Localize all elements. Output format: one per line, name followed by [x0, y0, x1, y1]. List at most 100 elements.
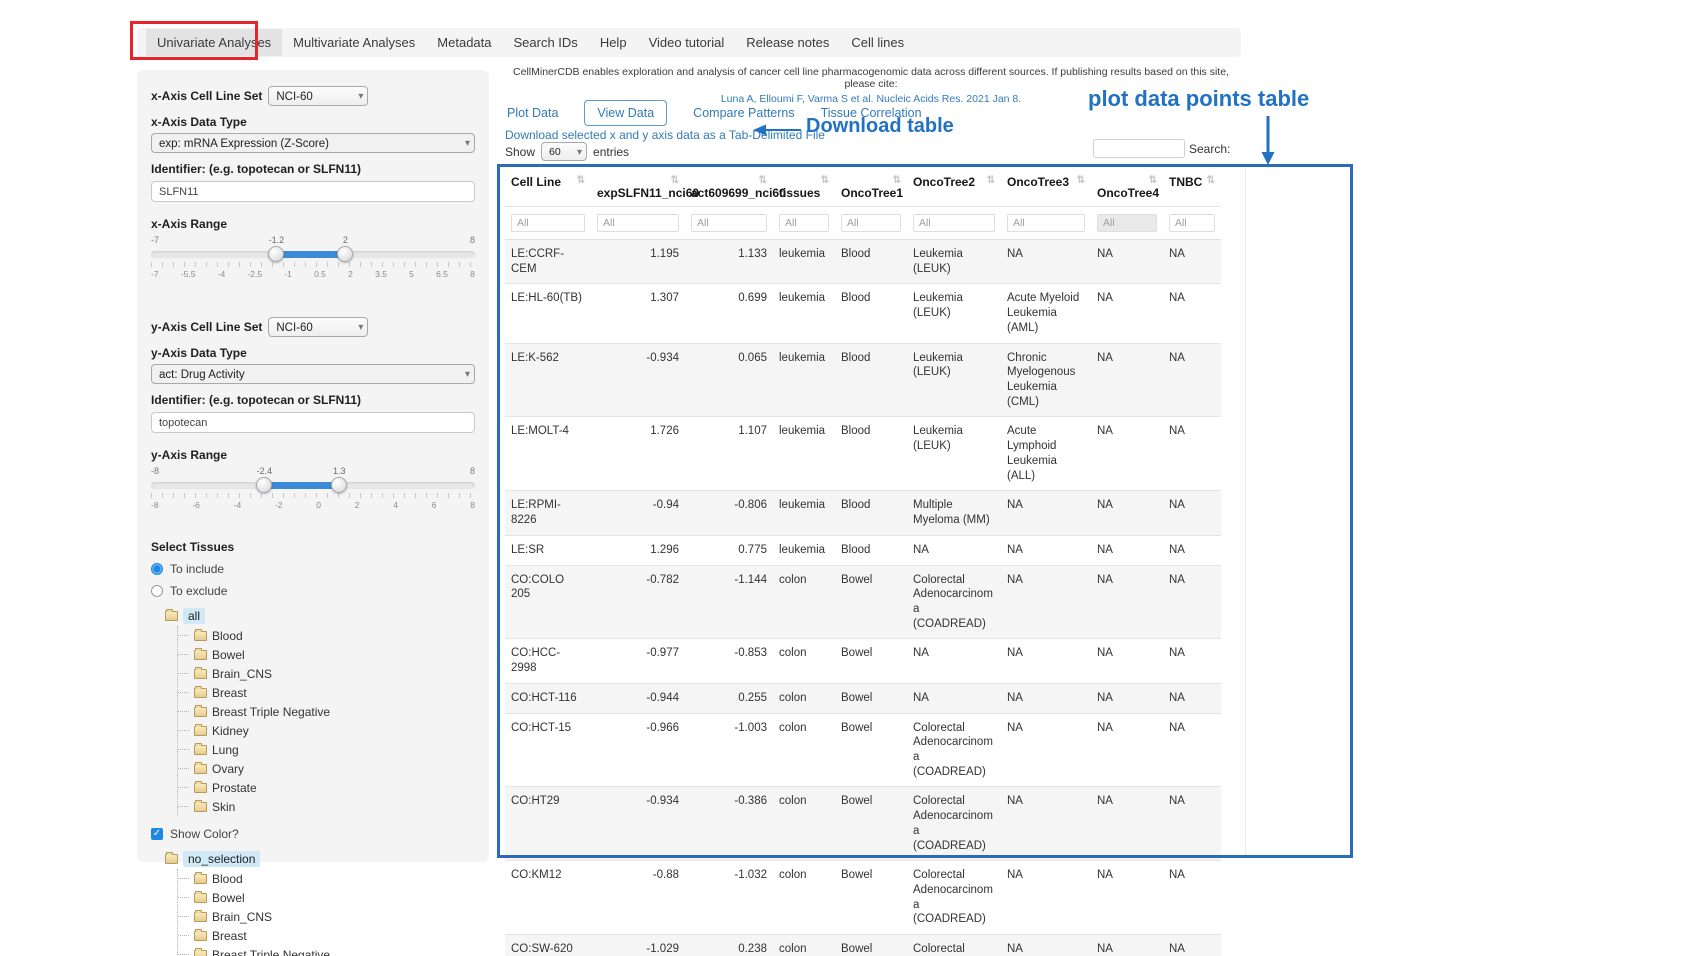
y-range-handle-high[interactable] [331, 477, 347, 493]
tree-node-ovary[interactable]: Ovary [178, 759, 475, 778]
folder-icon [194, 631, 207, 641]
nav-item-video-tutorial[interactable]: Video tutorial [638, 29, 736, 56]
tab-compare-patterns[interactable]: Compare Patterns [693, 106, 794, 120]
tick-label: -5.5 [181, 269, 196, 279]
column-filter-tnbc[interactable] [1169, 214, 1215, 232]
tree-node-label: Bowel [212, 648, 245, 662]
column-header-expslfn11-nci60[interactable]: ⇅expSLFN11_nci60 [591, 170, 685, 207]
tree-node-bowel[interactable]: Bowel [178, 888, 475, 907]
chevron-down-icon: ▾ [358, 88, 363, 106]
column-header-oncotree2[interactable]: ⇅OncoTree2 [907, 170, 1001, 207]
x-data-type-select[interactable]: exp: mRNA Expression (Z-Score) ▾ [151, 133, 475, 153]
tree-node-lung[interactable]: Lung [178, 740, 475, 759]
cell-oncotree2: NA [907, 535, 1001, 565]
folder-icon [194, 688, 207, 698]
column-filter-cell-line[interactable] [511, 214, 585, 232]
sort-icon[interactable]: ⇅ [671, 175, 679, 186]
nav-item-cell-lines[interactable]: Cell lines [840, 29, 915, 56]
x-identifier-input[interactable] [151, 181, 475, 202]
y-range-handle-low[interactable] [256, 477, 272, 493]
cell-act609699-nci60: 0.065 [685, 343, 773, 417]
x-range-tickstrip [151, 262, 475, 267]
chevron-down-icon: ▾ [465, 366, 470, 384]
nav-item-release-notes[interactable]: Release notes [735, 29, 840, 56]
column-header-oncotree3[interactable]: ⇅OncoTree3 [1001, 170, 1091, 207]
cell-oncotree2: Colorectal Adenocarcinoma (COADREAD) [907, 713, 1001, 787]
tree-node-kidney[interactable]: Kidney [178, 721, 475, 740]
radio-to-include[interactable]: To include [151, 562, 475, 576]
nav-item-univariate-analyses[interactable]: Univariate Analyses [146, 29, 282, 56]
tree-node-breast-triple-negative[interactable]: Breast Triple Negative [178, 945, 475, 956]
tree-node-all[interactable]: all [151, 606, 475, 626]
tree-node-breast[interactable]: Breast [178, 926, 475, 945]
y-cell-line-set-select[interactable]: NCI-60 ▾ [268, 317, 368, 337]
nav-item-search-ids[interactable]: Search IDs [503, 29, 589, 56]
tree-node-brain-cns[interactable]: Brain_CNS [178, 907, 475, 926]
x-range-handle-high[interactable] [337, 246, 353, 262]
tree-node-brain-cns[interactable]: Brain_CNS [178, 664, 475, 683]
sort-icon[interactable]: ⇅ [1207, 175, 1215, 186]
cell-act609699-nci60: 0.699 [685, 284, 773, 343]
radio-to-exclude[interactable]: To exclude [151, 584, 475, 598]
column-header-cell-line[interactable]: ⇅Cell Line [505, 170, 591, 207]
sort-icon[interactable]: ⇅ [1149, 175, 1157, 186]
sort-icon[interactable]: ⇅ [577, 175, 585, 186]
tick-label: -8 [151, 500, 159, 510]
tree-node-skin[interactable]: Skin [178, 797, 475, 816]
sort-icon[interactable]: ⇅ [893, 175, 901, 186]
cell-expslfn11-nci60: 1.307 [591, 284, 685, 343]
table-row-le-ccrf-cem: LE:CCRF-CEM1.1951.133leukemiaBloodLeukem… [505, 240, 1221, 284]
cell-oncotree3: NA [1001, 240, 1091, 284]
tab-view-data[interactable]: View Data [584, 100, 667, 126]
y-identifier-input[interactable] [151, 412, 475, 433]
nav-item-metadata[interactable]: Metadata [426, 29, 502, 56]
x-cell-line-set-select[interactable]: NCI-60 ▾ [268, 86, 368, 106]
tree-node-no-selection[interactable]: no_selection [151, 849, 475, 869]
column-filter-oncotree4[interactable] [1097, 214, 1157, 232]
cell-oncotree2: Leukemia (LEUK) [907, 343, 1001, 417]
column-header-act609699-nci60[interactable]: ⇅act609699_nci60 [685, 170, 773, 207]
tree-node-prostate[interactable]: Prostate [178, 778, 475, 797]
tree-node-bowel[interactable]: Bowel [178, 645, 475, 664]
nav-item-help[interactable]: Help [589, 29, 638, 56]
column-header-tissues[interactable]: ⇅tissues [773, 170, 835, 207]
tick-label: -2.5 [247, 269, 262, 279]
tree-node-breast-triple-negative[interactable]: Breast Triple Negative [178, 702, 475, 721]
cell-oncotree3: NA [1001, 935, 1091, 956]
y-data-type-select[interactable]: act: Drug Activity ▾ [151, 364, 475, 384]
sort-icon[interactable]: ⇅ [987, 175, 995, 186]
column-filter-act609699-nci60[interactable] [691, 214, 767, 232]
entries-select[interactable]: 60 ▾ [541, 142, 587, 161]
column-header-tnbc[interactable]: ⇅TNBC [1163, 170, 1221, 207]
folder-icon [194, 950, 207, 956]
folder-icon [194, 874, 207, 884]
x-range-handle-low[interactable] [268, 246, 284, 262]
show-color-checkbox[interactable]: ✓ Show Color? [151, 827, 475, 841]
sort-icon[interactable]: ⇅ [759, 175, 767, 186]
cell-tnbc: NA [1163, 935, 1221, 956]
column-filter-oncotree3[interactable] [1007, 214, 1085, 232]
tree-node-blood[interactable]: Blood [178, 626, 475, 645]
table-row-co-ht29: CO:HT29-0.934-0.386colonBowelColorectal … [505, 787, 1221, 861]
column-filter-expslfn11-nci60[interactable] [597, 214, 679, 232]
cell-oncotree2: Colorectal Adenocarcinoma (COADREAD) [907, 861, 1001, 935]
cell-tissues: colon [773, 683, 835, 713]
cell-oncotree2: NA [907, 639, 1001, 683]
tab-plot-data[interactable]: Plot Data [507, 106, 558, 120]
column-filter-oncotree1[interactable] [841, 214, 901, 232]
column-filter-tissues[interactable] [779, 214, 829, 232]
sort-icon[interactable]: ⇅ [821, 175, 829, 186]
sort-icon[interactable]: ⇅ [1077, 175, 1085, 186]
nav-item-multivariate-analyses[interactable]: Multivariate Analyses [282, 29, 426, 56]
y-range-high-value: 1.3 [333, 466, 346, 476]
cell-expslfn11-nci60: 1.195 [591, 240, 685, 284]
column-header-oncotree4[interactable]: ⇅OncoTree4 [1091, 170, 1163, 207]
tree-node-blood[interactable]: Blood [178, 869, 475, 888]
search-input[interactable] [1093, 139, 1185, 158]
column-filter-oncotree2[interactable] [913, 214, 995, 232]
tree-node-breast[interactable]: Breast [178, 683, 475, 702]
column-header-oncotree1[interactable]: ⇅OncoTree1 [835, 170, 907, 207]
cell-oncotree4: NA [1091, 240, 1163, 284]
cell-cell-line: CO:COLO 205 [505, 565, 591, 639]
x-range-label: x-Axis Range [151, 217, 475, 231]
